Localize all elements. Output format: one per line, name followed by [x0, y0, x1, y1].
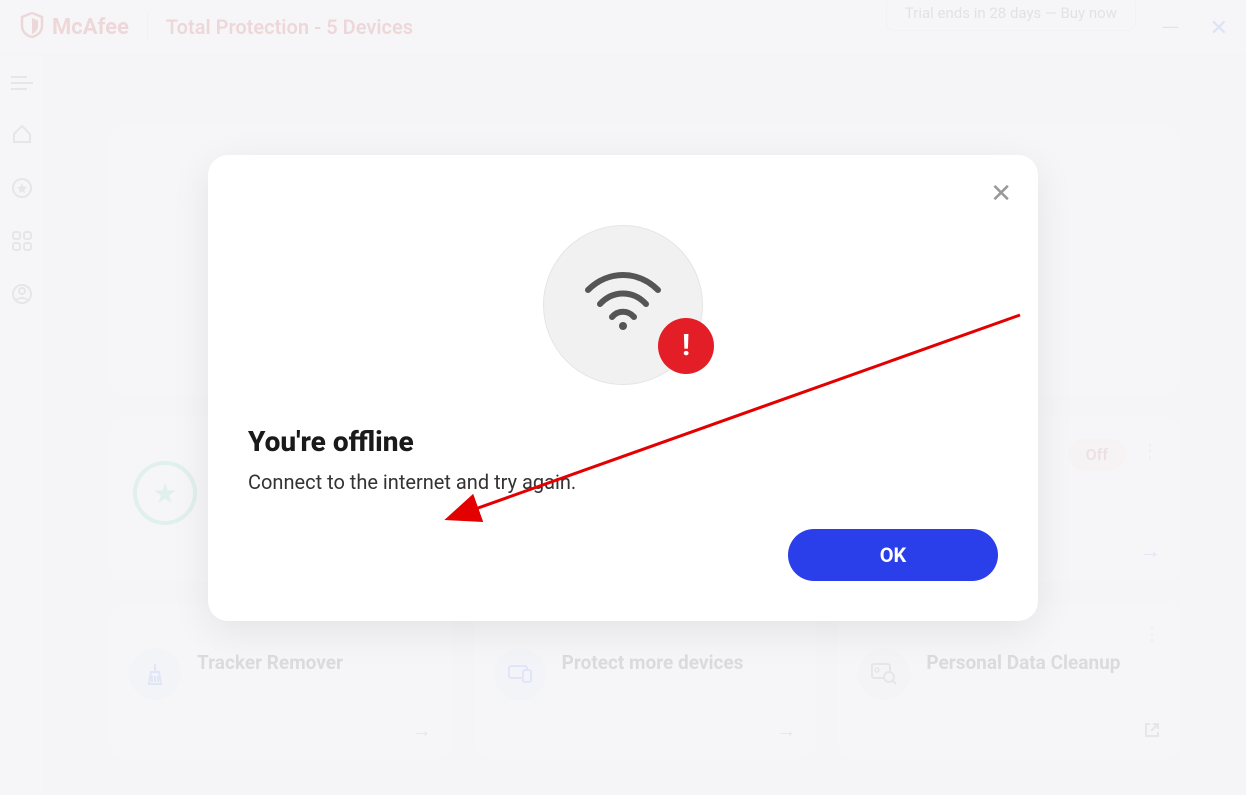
offline-modal: ✕ ! You're offline Connect to the intern… — [208, 155, 1038, 621]
wifi-offline-icon: ! — [543, 225, 703, 385]
modal-title: You're offline — [248, 425, 998, 458]
modal-overlay: ✕ ! You're offline Connect to the intern… — [0, 0, 1246, 795]
close-icon[interactable]: ✕ — [990, 179, 1012, 209]
alert-badge-icon: ! — [658, 318, 714, 374]
modal-body-text: Connect to the internet and try again. — [248, 470, 998, 494]
ok-button[interactable]: OK — [788, 529, 998, 581]
